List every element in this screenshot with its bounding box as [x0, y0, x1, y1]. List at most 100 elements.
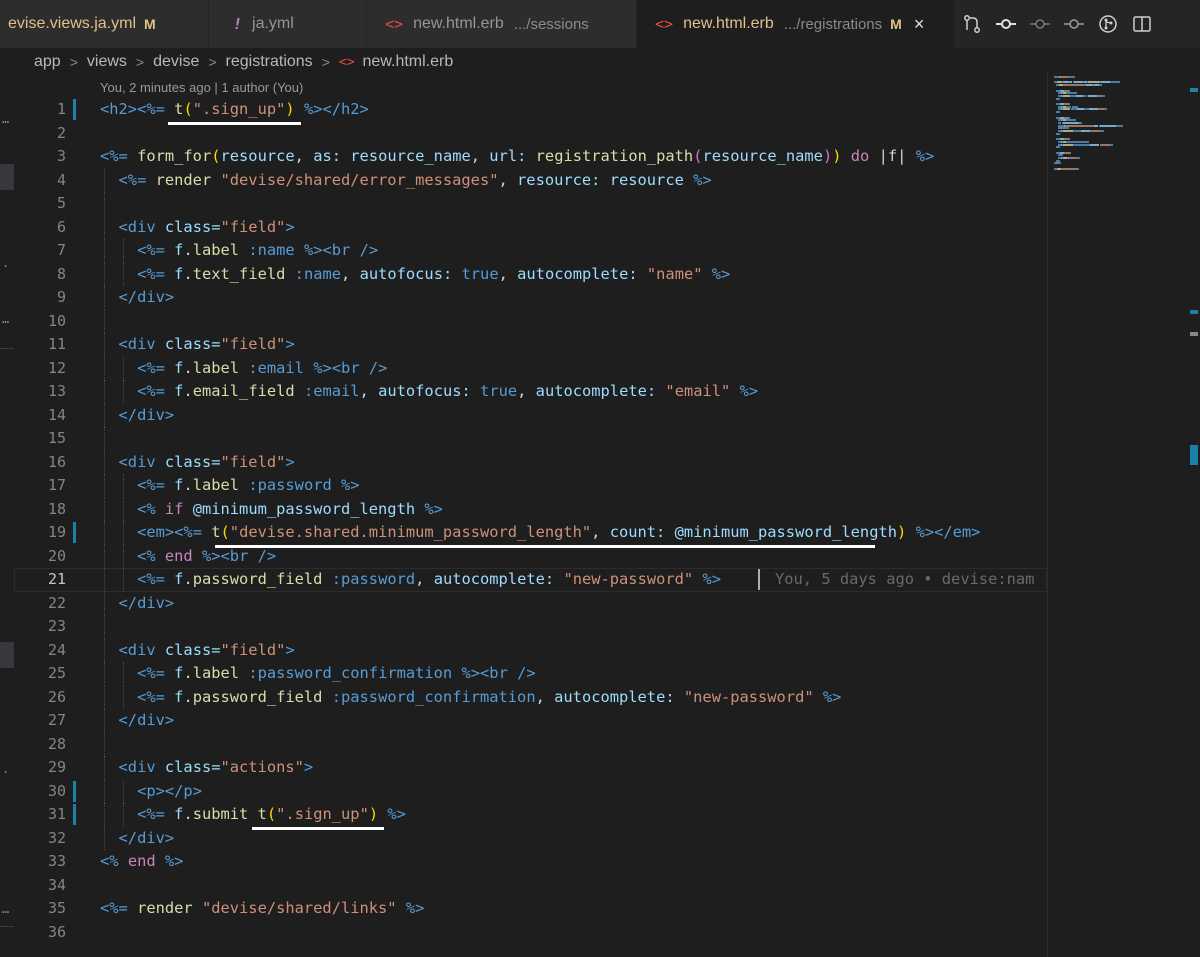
close-icon[interactable]: ×: [914, 14, 925, 35]
code-line[interactable]: 16 <div class="field">: [14, 450, 1047, 475]
code-line[interactable]: 15: [14, 427, 1047, 451]
git-modified-indicator[interactable]: [73, 804, 76, 825]
code-token: %>: [711, 264, 731, 283]
code-line[interactable]: 5: [14, 192, 1047, 216]
code-line[interactable]: 33 <% end %>: [14, 850, 1047, 874]
code-editor[interactable]: 1 <h2><%= t(".sign_up") %></h2> 2 3 <%= form…: [14, 98, 1047, 957]
code-line[interactable]: 29 <div class="actions">: [14, 756, 1047, 780]
code-line[interactable]: 3 <%= form_for(resource, as: resource_nam…: [14, 145, 1047, 169]
indent-guide: [122, 544, 124, 568]
code-text: <%= render "devise/shared/error_messages…: [119, 169, 712, 193]
code-line[interactable]: 4 <%= render "devise/shared/error_message…: [14, 168, 1047, 193]
code-token: class=: [164, 217, 221, 236]
code-line[interactable]: 36: [14, 921, 1047, 945]
minimap-stroke: [1111, 143, 1113, 146]
code-token: />: [359, 358, 388, 377]
breadcrumb-item[interactable]: registrations: [226, 53, 313, 71]
code-line[interactable]: 21 <%= f.password_field :password, autoco…: [14, 568, 1047, 592]
code-line[interactable]: 27 </div>: [14, 709, 1047, 733]
code-token: autocomplete:: [517, 264, 638, 283]
code-token: count:: [609, 523, 666, 541]
code-line[interactable]: 2: [14, 122, 1047, 146]
code-line[interactable]: 11 <div class="field">: [14, 333, 1047, 357]
code-line[interactable]: 28: [14, 732, 1047, 756]
tab-ja-yml[interactable]: ! ja.yml: [209, 0, 367, 48]
code-token: </em>: [934, 523, 981, 541]
code-line[interactable]: 10: [14, 309, 1047, 333]
breadcrumb-item[interactable]: devise: [153, 53, 199, 71]
code-line[interactable]: 12 <%= f.label :email %><br />: [14, 356, 1047, 380]
code-line[interactable]: 22 </div>: [14, 591, 1047, 615]
breadcrumb-item[interactable]: views: [87, 53, 127, 71]
indent-guide: [104, 380, 105, 404]
code-line[interactable]: 34: [14, 874, 1047, 898]
code-line[interactable]: 31 <%= f.submit t(".sign_up") %>: [14, 803, 1047, 827]
minimap[interactable]: [1047, 70, 1189, 957]
line-number: 15: [47, 429, 66, 447]
code-line[interactable]: 23: [14, 615, 1047, 639]
git-modified-indicator[interactable]: [73, 99, 76, 120]
tab-title: evise.views.ja.yml: [8, 15, 137, 32]
code-line[interactable]: 18 <% if @minimum_password_length %>: [14, 497, 1047, 521]
git-commit-icon[interactable]: [989, 9, 1023, 39]
code-token: %>: [405, 899, 425, 917]
code-line[interactable]: 1 <h2><%= t(".sign_up") %></h2>: [14, 98, 1047, 122]
breadcrumb-item[interactable]: app: [34, 53, 61, 71]
minimap-stroke: [1056, 146, 1061, 149]
code-line[interactable]: 25 <%= f.label :password_confirmation %><…: [14, 662, 1047, 686]
code-line[interactable]: 32 </div>: [14, 826, 1047, 850]
code-line[interactable]: 13 <%= f.email_field :email, autofocus: t…: [14, 380, 1047, 404]
code-line[interactable]: 17 <%= f.label :password %>: [14, 474, 1047, 498]
code-token: :password: [248, 476, 332, 494]
breadcrumb-item[interactable]: new.html.erb: [363, 53, 454, 71]
code-line[interactable]: 30 <p></p>: [14, 779, 1047, 803]
git-compare-icon[interactable]: [1023, 9, 1057, 39]
source-control-icon[interactable]: [955, 9, 989, 39]
git-modified-indicator[interactable]: [73, 522, 76, 543]
code-token: />: [350, 241, 379, 259]
minimap-stroke: [1087, 140, 1090, 143]
indent-guide: [104, 427, 105, 451]
code-token: <div: [118, 217, 156, 236]
minimap-stroke: [1087, 94, 1097, 97]
code-token: submit: [192, 805, 249, 823]
minimap-stroke: [1062, 167, 1077, 170]
line-number: 3: [56, 147, 66, 165]
code-token: <%=: [137, 476, 175, 494]
git-next-icon[interactable]: [1057, 9, 1091, 39]
code-line[interactable]: 6 <div class="field">: [14, 215, 1047, 239]
code-line[interactable]: 24 <div class="field">: [14, 638, 1047, 662]
code-line[interactable]: 20 <% end %><br />: [14, 544, 1047, 568]
code-token: ,: [359, 382, 379, 400]
split-editor-icon[interactable]: [1125, 9, 1159, 39]
more-icon: …: [2, 312, 10, 326]
code-token: render: [137, 899, 193, 917]
code-token: <br: [331, 358, 360, 377]
code-token: .: [183, 664, 193, 682]
code-token: (: [211, 147, 221, 165]
tab-new-html-erb-registrations[interactable]: <> new.html.erb .../registrations M ×: [637, 0, 955, 48]
code-line[interactable]: 7 <%= f.label :name %><br />: [14, 239, 1047, 263]
code-token: "devise/shared/error_messages": [220, 170, 499, 189]
vertical-scrollbar[interactable]: [1188, 70, 1200, 957]
tab-devise-views-ja-yml[interactable]: evise.views.ja.yml M: [0, 0, 209, 48]
code-line[interactable]: 35 <%= render "devise/shared/links" %>: [14, 897, 1047, 921]
codelens-authors[interactable]: You, 2 minutes ago | 1 author (You): [100, 80, 303, 95]
code-token: <%=: [137, 358, 175, 377]
code-text: <div class="field">: [119, 451, 295, 475]
indent-guide: [104, 262, 105, 286]
git-modified-indicator[interactable]: [73, 780, 76, 802]
code-token: >: [285, 335, 295, 353]
code-line[interactable]: 9 </div>: [14, 286, 1047, 310]
code-token: "name": [646, 264, 703, 283]
code-line[interactable]: 19 <em><%= t("devise.shared.minimum_passw…: [14, 521, 1047, 545]
git-graph-icon[interactable]: [1091, 9, 1125, 39]
code-line[interactable]: 26 <%= f.password_field :password_confirm…: [14, 685, 1047, 709]
code-line[interactable]: 8 <%= f.text_field :name, autofocus: true…: [14, 262, 1047, 286]
code-line[interactable]: 14 </div>: [14, 403, 1047, 427]
tab-new-html-erb-sessions[interactable]: <> new.html.erb .../sessions: [367, 0, 637, 48]
